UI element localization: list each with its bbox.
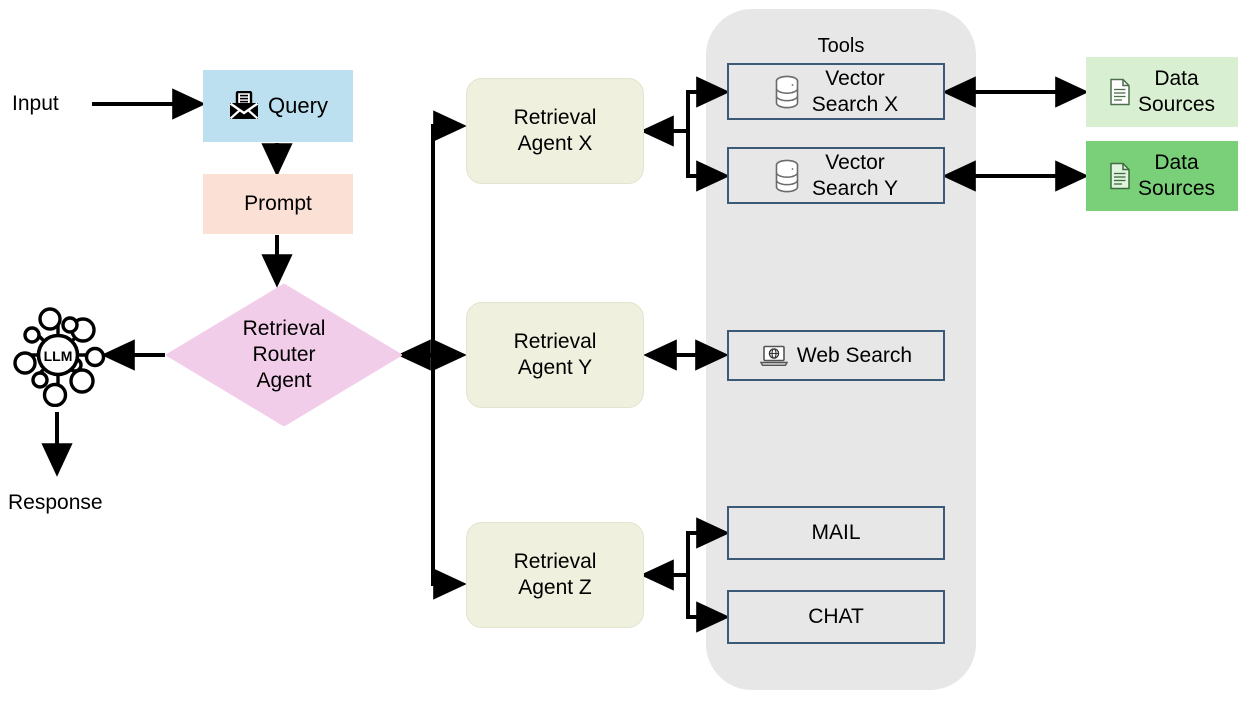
query-label: Query	[268, 92, 328, 118]
agent-x-node[interactable]: Retrieval Agent X	[466, 78, 644, 184]
data-sources-2-label: Data Sources	[1137, 151, 1216, 200]
chat-node[interactable]: CHAT	[727, 590, 945, 644]
llm-icon-label: LLM	[44, 348, 73, 364]
database-icon	[774, 159, 800, 193]
agent-y-node[interactable]: Retrieval Agent Y	[466, 302, 644, 408]
database-icon	[774, 75, 800, 109]
mail-node[interactable]: MAIL	[727, 506, 945, 560]
prompt-label: Prompt	[244, 192, 312, 216]
llm-network-icon: LLM	[10, 303, 106, 408]
agent-z-label: Retrieval Agent Z	[513, 550, 597, 599]
document-icon	[1109, 78, 1131, 106]
retrieval-router-agent-node[interactable]: Retrieval Router Agent	[166, 284, 402, 426]
mail-label: MAIL	[811, 521, 861, 545]
data-sources-1-label: Data Sources	[1137, 67, 1216, 116]
agent-z-node[interactable]: Retrieval Agent Z	[466, 522, 644, 628]
vector-search-y-node[interactable]: Vector Search Y	[727, 147, 945, 204]
diagram-canvas: Tools Input Response Query Prompt Retrie…	[0, 0, 1245, 708]
vector-search-x-label: Vector Search X	[811, 66, 899, 116]
retrieval-router-agent-label: Retrieval Router Agent	[242, 316, 326, 393]
agent-x-label: Retrieval Agent X	[513, 106, 597, 155]
vector-search-x-node[interactable]: Vector Search X	[727, 63, 945, 120]
document-icon	[1109, 162, 1131, 190]
query-node[interactable]: Query	[203, 70, 353, 142]
prompt-node[interactable]: Prompt	[203, 174, 353, 234]
vector-search-y-label: Vector Search Y	[812, 150, 898, 200]
laptop-globe-icon	[759, 345, 788, 367]
input-label: Input	[12, 92, 59, 115]
response-label: Response	[8, 491, 103, 514]
data-sources-2-node[interactable]: Data Sources	[1086, 141, 1238, 211]
chat-label: CHAT	[808, 605, 864, 629]
agent-y-label: Retrieval Agent Y	[513, 330, 597, 379]
web-search-node[interactable]: Web Search	[727, 330, 945, 381]
web-search-label: Web Search	[796, 343, 913, 367]
tools-panel-title: Tools	[817, 35, 865, 57]
data-sources-1-node[interactable]: Data Sources	[1086, 57, 1238, 127]
mail-document-icon	[228, 91, 260, 121]
